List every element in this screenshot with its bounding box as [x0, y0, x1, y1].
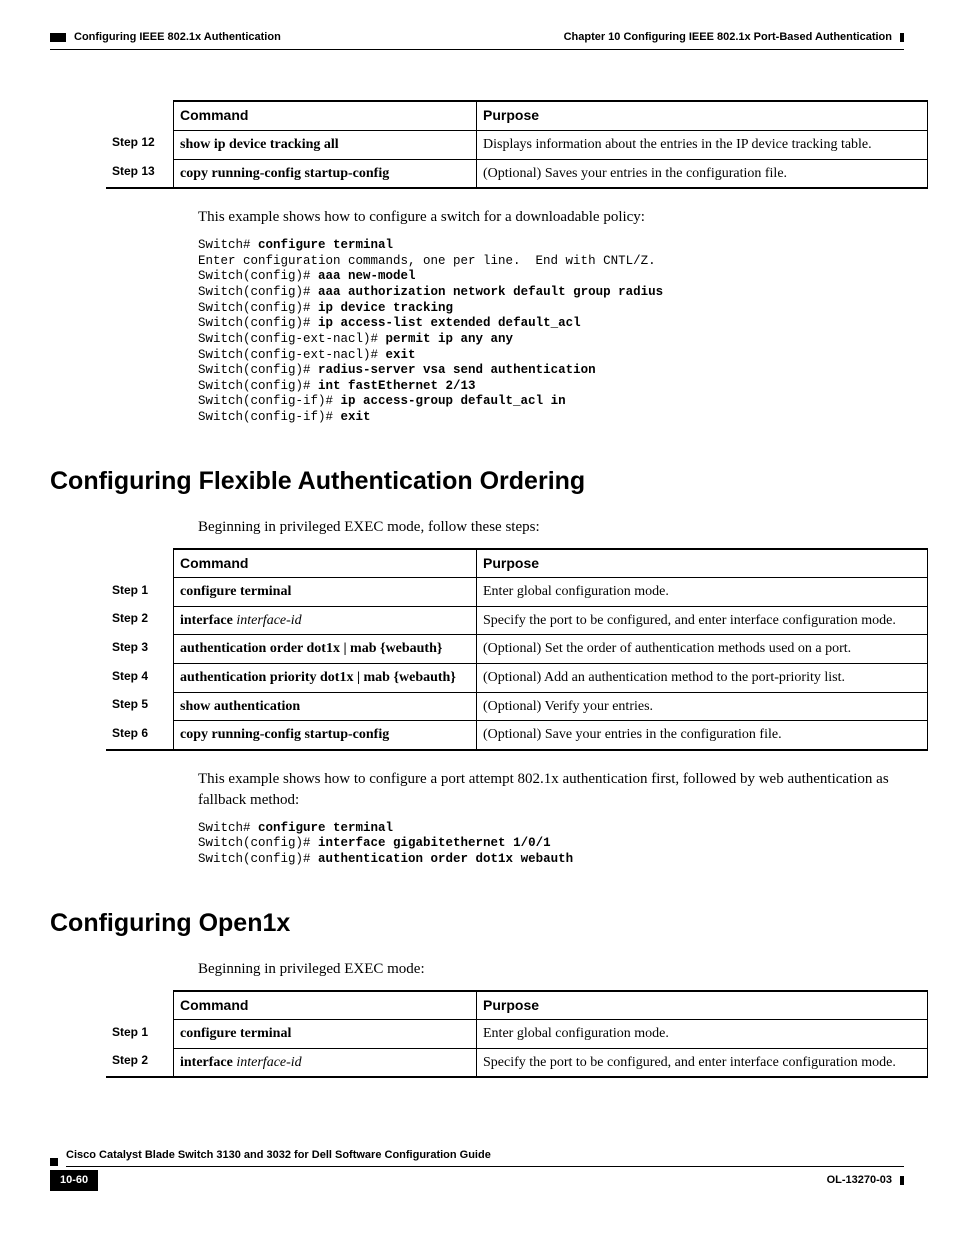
purpose-text: (Optional) Add an authentication method … — [477, 664, 928, 693]
command-text: copy running-config startup-config — [180, 166, 389, 181]
th-purpose: Purpose — [477, 991, 928, 1020]
table-row: Step 6 copy running-config startup-confi… — [106, 721, 928, 750]
step-label: Step 5 — [106, 692, 174, 721]
purpose-text: (Optional) Saves your entries in the con… — [477, 159, 928, 188]
purpose-text: (Optional) Verify your entries. — [477, 692, 928, 721]
header-rule — [50, 49, 904, 50]
step-label: Step 4 — [106, 664, 174, 693]
command-text: configure terminal — [174, 1020, 477, 1049]
th-command: Command — [174, 991, 477, 1020]
table-row: Step 12 show ip device tracking all Disp… — [106, 130, 928, 159]
command-text: interface interface-id — [174, 606, 477, 635]
table-row: Step 2 interface interface-id Specify th… — [106, 606, 928, 635]
body-paragraph: Beginning in privileged EXEC mode, follo… — [198, 517, 898, 538]
step-label: Step 2 — [106, 606, 174, 635]
table-row: Step 4 authentication priority dot1x | m… — [106, 664, 928, 693]
th-command: Command — [174, 549, 477, 578]
header-edge-icon — [900, 33, 904, 42]
th-purpose: Purpose — [477, 549, 928, 578]
table-row: Step 1 configure terminal Enter global c… — [106, 578, 928, 607]
header-chapter: Chapter 10 Configuring IEEE 802.1x Port-… — [564, 30, 892, 45]
cli-block-2: Switch# configure terminal Switch(config… — [198, 821, 904, 868]
purpose-text: Displays information about the entries i… — [477, 130, 928, 159]
command-text: show ip device tracking all — [180, 137, 339, 152]
footer-title: Cisco Catalyst Blade Switch 3130 and 303… — [66, 1148, 904, 1166]
footer-square-icon — [50, 1158, 58, 1166]
table-row: Step 5 show authentication (Optional) Ve… — [106, 692, 928, 721]
th-purpose: Purpose — [477, 101, 928, 130]
step-label: Step 1 — [106, 1020, 174, 1049]
purpose-text: Enter global configuration mode. — [477, 578, 928, 607]
step-label: Step 1 — [106, 578, 174, 607]
page-number-badge: 10-60 — [50, 1170, 98, 1191]
heading-flex-auth: Configuring Flexible Authentication Orde… — [50, 464, 904, 499]
body-paragraph: This example shows how to configure a sw… — [198, 207, 898, 228]
step-label: Step 3 — [106, 635, 174, 664]
command-table-3: Command Purpose Step 1 configure termina… — [106, 990, 928, 1079]
purpose-text: Specify the port to be configured, and e… — [477, 1048, 928, 1077]
step-label: Step 2 — [106, 1048, 174, 1077]
table-row: Step 13 copy running-config startup-conf… — [106, 159, 928, 188]
command-text: interface interface-id — [174, 1048, 477, 1077]
step-label: Step 6 — [106, 721, 174, 750]
header-bar-icon — [50, 33, 66, 42]
purpose-text: Enter global configuration mode. — [477, 1020, 928, 1049]
command-text: authentication order dot1x | mab {webaut… — [174, 635, 477, 664]
th-command: Command — [174, 101, 477, 130]
body-paragraph: This example shows how to configure a po… — [198, 769, 898, 811]
page-footer: Cisco Catalyst Blade Switch 3130 and 303… — [50, 1148, 904, 1191]
doc-id: OL-13270-03 — [827, 1173, 892, 1188]
purpose-text: (Optional) Save your entries in the conf… — [477, 721, 928, 750]
header-section: Configuring IEEE 802.1x Authentication — [74, 30, 281, 45]
purpose-text: Specify the port to be configured, and e… — [477, 606, 928, 635]
footer-edge-icon — [900, 1176, 904, 1185]
table-row: Step 2 interface interface-id Specify th… — [106, 1048, 928, 1077]
purpose-text: (Optional) Set the order of authenticati… — [477, 635, 928, 664]
command-table-1: Command Purpose Step 12 show ip device t… — [106, 100, 928, 189]
command-table-2: Command Purpose Step 1 configure termina… — [106, 548, 928, 751]
command-text: authentication priority dot1x | mab {web… — [174, 664, 477, 693]
page-header: Configuring IEEE 802.1x Authentication C… — [50, 30, 904, 45]
table-row: Step 1 configure terminal Enter global c… — [106, 1020, 928, 1049]
command-text: show authentication — [174, 692, 477, 721]
body-paragraph: Beginning in privileged EXEC mode: — [198, 959, 898, 980]
heading-open1x: Configuring Open1x — [50, 906, 904, 941]
command-text: configure terminal — [174, 578, 477, 607]
step-label: Step 13 — [106, 159, 174, 188]
cli-block-1: Switch# configure terminal Enter configu… — [198, 238, 904, 426]
table-row: Step 3 authentication order dot1x | mab … — [106, 635, 928, 664]
command-text: copy running-config startup-config — [174, 721, 477, 750]
step-label: Step 12 — [106, 130, 174, 159]
